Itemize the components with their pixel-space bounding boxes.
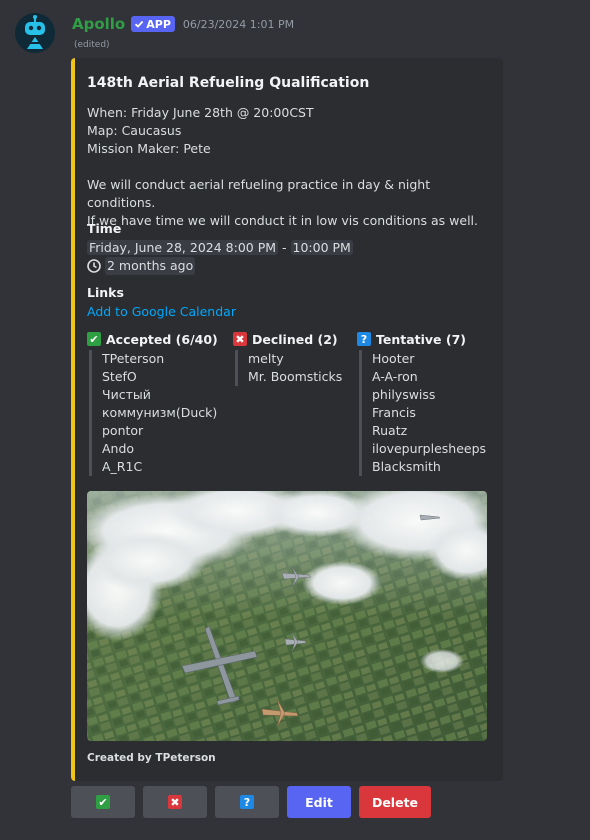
question-icon: ? <box>240 795 254 809</box>
tentative-list: Hooter A-A-ron philyswiss Francis Ruatz … <box>359 350 486 476</box>
time-field-value: Friday, June 28, 2024 8:00 PM - 10:00 PM <box>87 239 353 257</box>
tentative-button[interactable]: ? <box>215 786 279 818</box>
event-map: Map: Caucasus <box>87 123 182 138</box>
edited-label: (edited) <box>74 40 110 50</box>
list-item: pontor <box>102 423 144 438</box>
accept-button[interactable]: ✔ <box>71 786 135 818</box>
google-calendar-link[interactable]: Add to Google Calendar <box>87 304 236 319</box>
embed-image[interactable] <box>87 491 487 741</box>
accepted-list: TPeterson StefO Чистый коммунизм(Duck) p… <box>89 350 218 476</box>
check-icon: ✔ <box>87 332 101 346</box>
clock-icon <box>87 259 101 273</box>
cross-icon: ✖ <box>233 332 247 346</box>
list-item: Чистый <box>102 387 151 402</box>
list-item: StefO <box>102 369 137 384</box>
event-embed: 148th Aerial Refueling Qualification Whe… <box>71 58 503 781</box>
list-item: philyswiss <box>372 387 436 402</box>
list-item: A-A-ron <box>372 369 418 384</box>
message-timestamp[interactable]: 06/23/2024 1:01 PM <box>183 18 294 31</box>
list-item: коммунизм(Duck) <box>102 405 218 420</box>
description-line: If we have time we will conduct it in lo… <box>87 213 479 228</box>
check-icon: ✔ <box>96 795 110 809</box>
declined-label: Declined (2) <box>252 331 338 347</box>
list-item: Ruatz <box>372 423 408 438</box>
time-start[interactable]: Friday, June 28, 2024 8:00 PM <box>87 240 279 255</box>
verified-check-icon <box>135 20 144 28</box>
event-when: When: Friday June 28th @ 20:00CST <box>87 105 314 120</box>
accepted-label: Accepted (6/40) <box>106 331 218 347</box>
event-mission-maker: Mission Maker: Pete <box>87 141 211 156</box>
tentative-column: ? Tentative (7) Hooter A-A-ron philyswis… <box>357 330 486 476</box>
time-end[interactable]: 10:00 PM <box>290 240 353 255</box>
event-description: We will conduct aerial refueling practic… <box>87 176 497 230</box>
cross-icon: ✖ <box>168 795 182 809</box>
declined-header: ✖ Declined (2) <box>233 330 342 348</box>
list-item: ilovepurplesheeps <box>372 441 487 456</box>
links-field-label: Links <box>87 285 124 300</box>
avatar[interactable] <box>15 13 55 53</box>
list-item: Ando <box>102 441 135 456</box>
list-item: TPeterson <box>102 351 165 366</box>
time-separator: - <box>278 240 291 255</box>
tentative-label: Tentative (7) <box>376 331 467 347</box>
app-badge-label: APP <box>146 17 171 31</box>
event-details: When: Friday June 28th @ 20:00CST Map: C… <box>87 104 314 158</box>
time-relative[interactable]: 2 months ago <box>105 257 196 275</box>
app-badge: APP <box>131 16 175 32</box>
decline-button[interactable]: ✖ <box>143 786 207 818</box>
robot-avatar-icon <box>15 13 55 53</box>
accepted-column: ✔ Accepted (6/40) TPeterson StefO Чистый… <box>87 330 218 476</box>
time-field-label: Time <box>87 221 122 236</box>
time-relative-row: 2 months ago <box>87 257 196 275</box>
declined-column: ✖ Declined (2) melty Mr. Boomsticks <box>233 330 342 386</box>
accepted-header: ✔ Accepted (6/40) <box>87 330 218 348</box>
question-icon: ? <box>357 332 371 346</box>
delete-button[interactable]: Delete <box>359 786 431 818</box>
username[interactable]: Apollo <box>72 15 125 33</box>
declined-list: melty Mr. Boomsticks <box>235 350 342 386</box>
message-header: Apollo APP 06/23/2024 1:01 PM <box>72 14 294 34</box>
list-item: melty <box>248 351 284 366</box>
description-line: We will conduct aerial refueling practic… <box>87 177 431 210</box>
list-item: Blacksmith <box>372 459 441 474</box>
edit-button[interactable]: Edit <box>287 786 351 818</box>
list-item: Francis <box>372 405 416 420</box>
embed-title: 148th Aerial Refueling Qualification <box>87 75 370 91</box>
aircraft-formation-image <box>87 491 487 741</box>
list-item: Mr. Boomsticks <box>248 369 343 384</box>
tentative-header: ? Tentative (7) <box>357 330 486 348</box>
list-item: A_R1C <box>102 459 143 474</box>
list-item: Hooter <box>372 351 415 366</box>
embed-footer: Created by TPeterson <box>87 752 216 764</box>
